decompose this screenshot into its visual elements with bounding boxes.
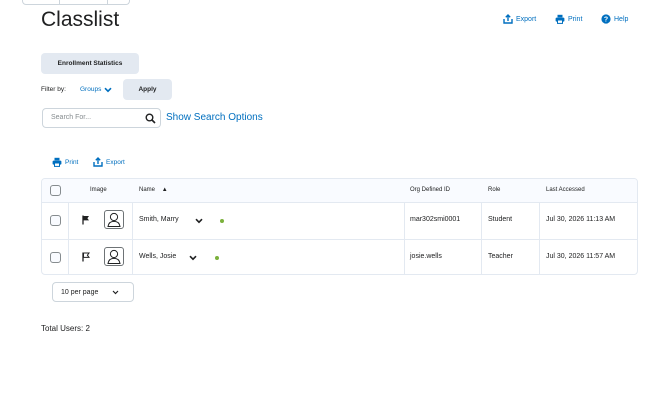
chevron-down-icon: [112, 290, 119, 294]
avatar: [104, 210, 124, 229]
table-export-link[interactable]: Export: [93, 157, 125, 167]
user-icon: [107, 212, 121, 227]
total-users: Total Users: 2: [41, 324, 90, 333]
help-link[interactable]: ? Help: [601, 14, 628, 24]
chevron-down-icon[interactable]: [195, 218, 203, 224]
search-placeholder: Search For...: [51, 114, 92, 121]
help-label: Help: [614, 15, 629, 23]
filled-flag-icon[interactable]: [82, 215, 90, 225]
online-status-dot: [220, 219, 224, 223]
last-accessed: Jul 30, 2026 11:57 AM: [546, 253, 616, 260]
table-print-link[interactable]: Print: [52, 157, 78, 167]
export-link[interactable]: Export: [503, 14, 536, 24]
per-page-value: 10 per page: [61, 288, 99, 296]
search-input[interactable]: Search For...: [42, 108, 161, 128]
role: Teacher: [488, 253, 513, 260]
export-icon: [503, 14, 513, 24]
row-checkbox[interactable]: [50, 252, 61, 263]
user-name[interactable]: Wells, Josie: [139, 253, 176, 260]
help-icon: ?: [601, 14, 611, 24]
apply-button[interactable]: Apply: [123, 79, 172, 100]
outline-flag-icon[interactable]: [82, 252, 90, 262]
table-export-label: Export: [106, 158, 125, 166]
chevron-down-icon[interactable]: [189, 255, 197, 261]
role-column-header: Role: [488, 187, 501, 193]
name-column-header[interactable]: Name ▲: [139, 187, 168, 193]
filter-dropdown[interactable]: Groups: [80, 86, 112, 93]
top-tab-strip[interactable]: [22, 0, 130, 5]
print-icon: [52, 157, 62, 167]
print-icon: [555, 14, 565, 24]
export-label: Export: [516, 15, 537, 23]
table-row: Smith, Marry mar302smi0001 Student Jul 3…: [42, 202, 637, 240]
image-column-header: Image: [90, 187, 107, 193]
export-icon: [93, 157, 103, 167]
last-accessed-column-header: Last Accessed: [546, 187, 585, 193]
show-search-options-link[interactable]: Show Search Options: [166, 112, 263, 123]
online-status-dot: [215, 256, 219, 260]
row-checkbox[interactable]: [50, 215, 61, 226]
table-header: Image Name ▲ Org Defined ID Role Last Ac…: [42, 179, 637, 203]
select-all-checkbox[interactable]: [50, 185, 61, 196]
print-label: Print: [568, 15, 583, 23]
org-defined-id: mar302smi0001: [410, 216, 461, 223]
search-icon[interactable]: [145, 113, 156, 124]
classlist-table: Image Name ▲ Org Defined ID Role Last Ac…: [41, 178, 638, 275]
table-row: Wells, Josie josie.wells Teacher Jul 30,…: [42, 239, 637, 274]
org-defined-id: josie.wells: [410, 253, 442, 260]
page-title: Classlist: [41, 8, 120, 31]
user-name[interactable]: Smith, Marry: [139, 216, 179, 223]
last-accessed: Jul 30, 2026 11:13 AM: [546, 216, 616, 223]
svg-text:?: ?: [604, 17, 608, 24]
chevron-down-icon: [104, 87, 112, 92]
print-link[interactable]: Print: [555, 14, 582, 24]
user-icon: [107, 249, 121, 264]
enrollment-statistics-button[interactable]: Enrollment Statistics: [41, 53, 139, 74]
org-id-column-header: Org Defined ID: [410, 187, 451, 193]
name-header-label: Name: [139, 187, 156, 193]
filter-label: Filter by:: [41, 86, 66, 93]
role: Student: [488, 216, 513, 223]
per-page-select[interactable]: 10 per page: [52, 282, 134, 302]
table-print-label: Print: [65, 158, 79, 166]
avatar: [104, 247, 124, 266]
sort-ascending-icon: ▲: [161, 187, 168, 193]
filter-dropdown-value: Groups: [80, 86, 102, 93]
